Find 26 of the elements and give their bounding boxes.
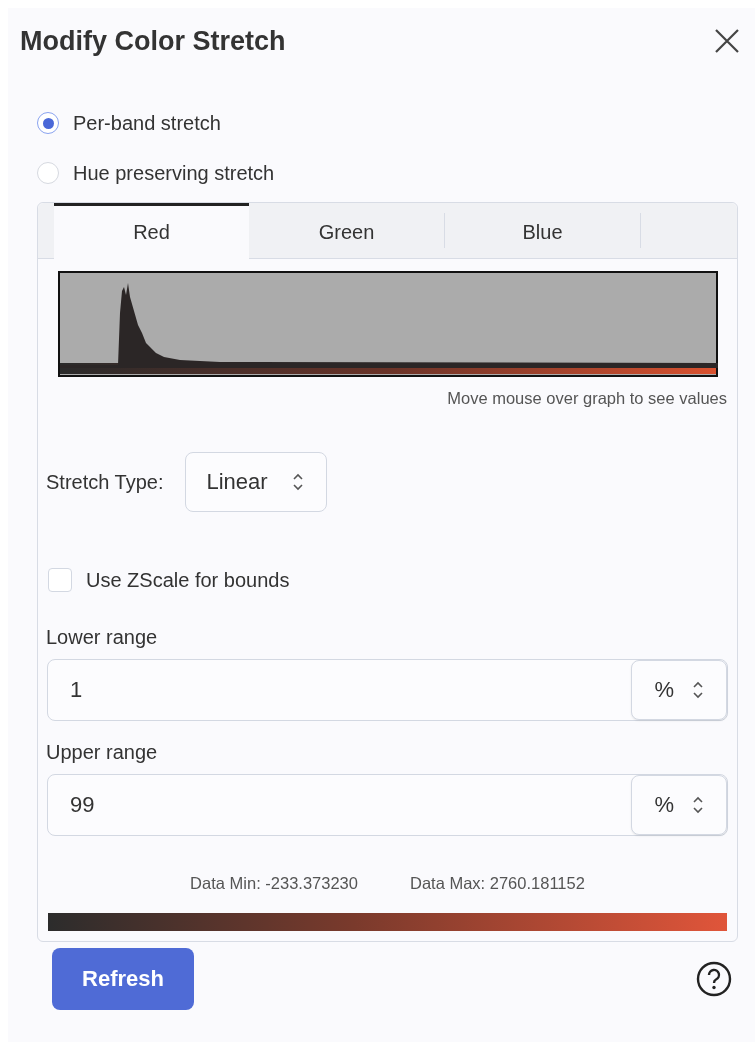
dialog-title: Modify Color Stretch: [20, 25, 286, 57]
checkbox[interactable]: [48, 568, 72, 592]
range-label: Upper range: [46, 741, 159, 764]
histogram-caption: Move mouse over graph to see values: [446, 389, 727, 408]
band-tab[interactable]: Green: [249, 203, 444, 258]
band-tab[interactable]: Blue: [445, 203, 640, 258]
close-icon[interactable]: [713, 27, 741, 55]
checkbox-label: Use ZScale for bounds: [86, 568, 290, 592]
unit-select[interactable]: %: [631, 775, 727, 835]
radio-label: Per-band stretch: [73, 111, 221, 135]
help-icon[interactable]: [695, 960, 733, 998]
band-tab[interactable]: Red: [54, 203, 249, 259]
range-label: Lower range: [46, 626, 159, 649]
unit-select[interactable]: %: [631, 660, 727, 720]
radio-button[interactable]: [37, 162, 59, 184]
chevron-updown-icon: [692, 795, 704, 815]
stretch-type-select[interactable]: Linear: [185, 452, 327, 512]
chevron-updown-icon: [692, 680, 704, 700]
chevron-updown-icon: [291, 472, 304, 492]
radio-button[interactable]: [37, 112, 59, 134]
radio-label: Hue preserving stretch: [73, 161, 275, 185]
data-min-text: Data Min: -233.373230: [190, 874, 358, 893]
stretch-type-label: Stretch Type:: [46, 470, 164, 494]
data-max-text: Data Max: 2760.181152: [410, 874, 585, 893]
refresh-button[interactable]: Refresh: [52, 948, 194, 1010]
histogram-drawing[interactable]: [58, 271, 718, 377]
